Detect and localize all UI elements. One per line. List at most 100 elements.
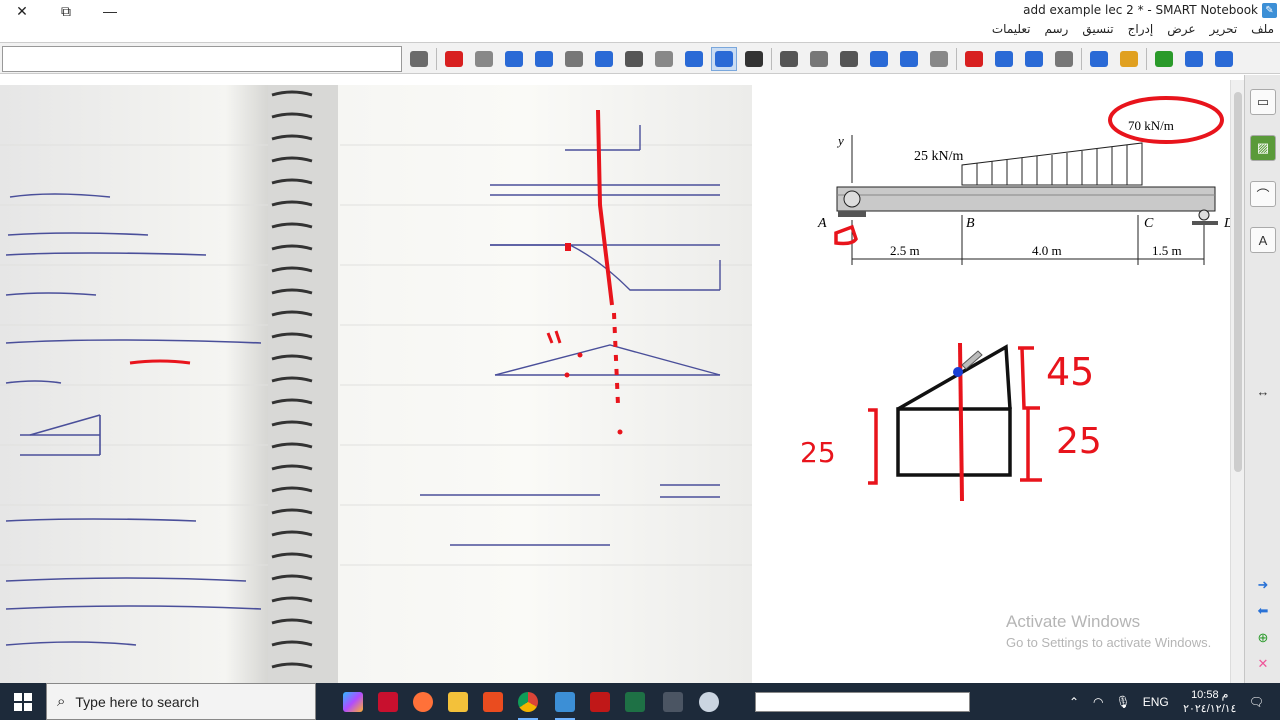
- redo-icon[interactable]: [1021, 47, 1047, 71]
- taskbar-search[interactable]: ⌕ Type here to search: [46, 683, 316, 720]
- mcafee-icon[interactable]: [585, 687, 615, 717]
- resize-handle-icon[interactable]: ↔: [1250, 378, 1276, 404]
- resize-icon[interactable]: [406, 47, 432, 71]
- next-arrow-icon[interactable]: ➜: [1250, 572, 1276, 598]
- add-page-icon[interactable]: [1151, 47, 1177, 71]
- screen-shade-icon[interactable]: [806, 47, 832, 71]
- address-toolbar[interactable]: [755, 692, 970, 712]
- restore-icon[interactable]: ⧉: [44, 0, 88, 22]
- menu-bar: ملف تحرير عرض إدراج تنسيق رسم تعليمات: [992, 22, 1274, 42]
- projector-icon-glyph: [930, 51, 948, 67]
- office-icon[interactable]: [478, 687, 508, 717]
- notebook-canvas[interactable]: y 25 kN/m 70 kN/m A B C 2.5 m 4.0 m 1.5 …: [0, 75, 1244, 683]
- clock[interactable]: 10:58 م ٢٠٢٤/١٢/١٤: [1179, 688, 1241, 716]
- add-page-icon-glyph: [1155, 51, 1173, 67]
- line-icon[interactable]: [621, 47, 647, 71]
- add-page-side-icon[interactable]: ⊕: [1250, 625, 1276, 651]
- properties-icon[interactable]: A: [1250, 227, 1276, 253]
- chevron-up-icon[interactable]: ⌃: [1069, 695, 1079, 709]
- onedrive-icon[interactable]: [694, 687, 724, 717]
- toolbar-separator: [1146, 48, 1147, 70]
- copilot-icon[interactable]: [338, 687, 368, 717]
- open-icon[interactable]: [1116, 47, 1142, 71]
- tools-icon[interactable]: [658, 687, 688, 717]
- vertical-scrollbar[interactable]: [1230, 80, 1244, 683]
- text-icon-glyph: [445, 51, 463, 67]
- window-title: add example lec 2 * - SMART Notebook: [1023, 3, 1258, 17]
- menu-insert[interactable]: إدراج: [1128, 22, 1154, 42]
- delete-icon[interactable]: [961, 47, 987, 71]
- attachments-icon[interactable]: ⌒: [1250, 181, 1276, 207]
- activate-windows-title: Activate Windows: [1006, 612, 1141, 631]
- point-c-label: C: [1144, 216, 1154, 231]
- side-tabs: ▭ ▨ ⌒ A ↔ ➜ ⬅ ⊕ ✕: [1244, 75, 1280, 683]
- beam-diagram: y 25 kN/m 70 kN/m A B C 2.5 m 4.0 m 1.5 …: [800, 96, 1234, 502]
- hand-left-25: 25: [800, 436, 836, 469]
- select-icon[interactable]: [741, 47, 767, 71]
- smart-notebook-task-icon[interactable]: [550, 687, 580, 720]
- next-page-icon-glyph: [1215, 51, 1233, 67]
- load-right-label: 70 kN/m: [1128, 118, 1174, 133]
- wifi-icon[interactable]: ◠: [1093, 695, 1103, 709]
- pen-icon[interactable]: [471, 47, 497, 71]
- save-icon[interactable]: [1086, 47, 1112, 71]
- prev-arrow-icon[interactable]: ⬅: [1250, 598, 1276, 624]
- eraser-icon[interactable]: [651, 47, 677, 71]
- load-left-label: 25 kN/m: [914, 149, 964, 164]
- properties-box[interactable]: [2, 46, 402, 72]
- fill-icon[interactable]: [501, 47, 527, 71]
- gallery-icon[interactable]: ▨: [1250, 135, 1276, 161]
- projector-icon[interactable]: [926, 47, 952, 71]
- toolbar-separator: [436, 48, 437, 70]
- toolbar-separator: [771, 48, 772, 70]
- table-icon[interactable]: [776, 47, 802, 71]
- page-sorter-icon[interactable]: ▭: [1250, 89, 1276, 115]
- menu-view[interactable]: عرض: [1167, 22, 1195, 42]
- magic-pen-icon-glyph: [535, 51, 553, 67]
- capture-icon-glyph: [840, 51, 858, 67]
- capture-icon[interactable]: [836, 47, 862, 71]
- shapes-icon[interactable]: [591, 47, 617, 71]
- open-icon-glyph: [1120, 51, 1138, 67]
- highlighter-icon[interactable]: [561, 47, 587, 71]
- close-icon[interactable]: ✕: [0, 0, 44, 22]
- windows-start-icon[interactable]: [0, 683, 46, 720]
- magic-pen-icon[interactable]: [531, 47, 557, 71]
- chrome-icon[interactable]: [513, 687, 543, 720]
- toolbar: [0, 42, 1280, 74]
- paste-icon[interactable]: [1051, 47, 1077, 71]
- previous-page-icon[interactable]: [1181, 47, 1207, 71]
- menu-help[interactable]: تعليمات: [992, 22, 1031, 42]
- microphone-icon[interactable]: 🎙: [1116, 695, 1131, 709]
- screen-shade-icon-glyph: [810, 51, 828, 67]
- delete-icon-glyph: [965, 51, 983, 67]
- menu-format[interactable]: تنسيق: [1082, 22, 1113, 42]
- scrollbar-thumb[interactable]: [1234, 92, 1242, 472]
- menu-draw[interactable]: رسم: [1045, 22, 1069, 42]
- file-explorer-icon[interactable]: [443, 687, 473, 717]
- diagram-area: y 25 kN/m 70 kN/m A B C 2.5 m 4.0 m 1.5 …: [752, 75, 1244, 683]
- firefox-icon[interactable]: [408, 687, 438, 717]
- undo-icon[interactable]: [991, 47, 1017, 71]
- save-icon-glyph: [1090, 51, 1108, 67]
- notifications-icon[interactable]: 🗨: [1249, 695, 1264, 709]
- display-icon[interactable]: [896, 47, 922, 71]
- menu-file[interactable]: ملف: [1251, 22, 1274, 42]
- creative-pen-icon[interactable]: [681, 47, 707, 71]
- mendeley-icon[interactable]: [373, 687, 403, 717]
- language-indicator[interactable]: ENG: [1143, 695, 1169, 709]
- highlighter-icon-glyph: [565, 51, 583, 67]
- display-icon-glyph: [900, 51, 918, 67]
- minimize-icon[interactable]: —: [88, 0, 132, 22]
- hand-25: 25: [1056, 421, 1102, 462]
- pen-active-icon[interactable]: [711, 47, 737, 71]
- text-icon[interactable]: [441, 47, 467, 71]
- excel-icon[interactable]: [620, 687, 650, 717]
- hand-45: 45: [1046, 350, 1094, 394]
- dim-bc: 4.0 m: [1032, 243, 1062, 258]
- next-page-icon[interactable]: [1211, 47, 1237, 71]
- delete-page-side-icon[interactable]: ✕: [1250, 651, 1276, 677]
- menu-edit[interactable]: تحرير: [1210, 22, 1238, 42]
- pen-active-icon-glyph: [715, 51, 733, 67]
- document-camera-icon[interactable]: [866, 47, 892, 71]
